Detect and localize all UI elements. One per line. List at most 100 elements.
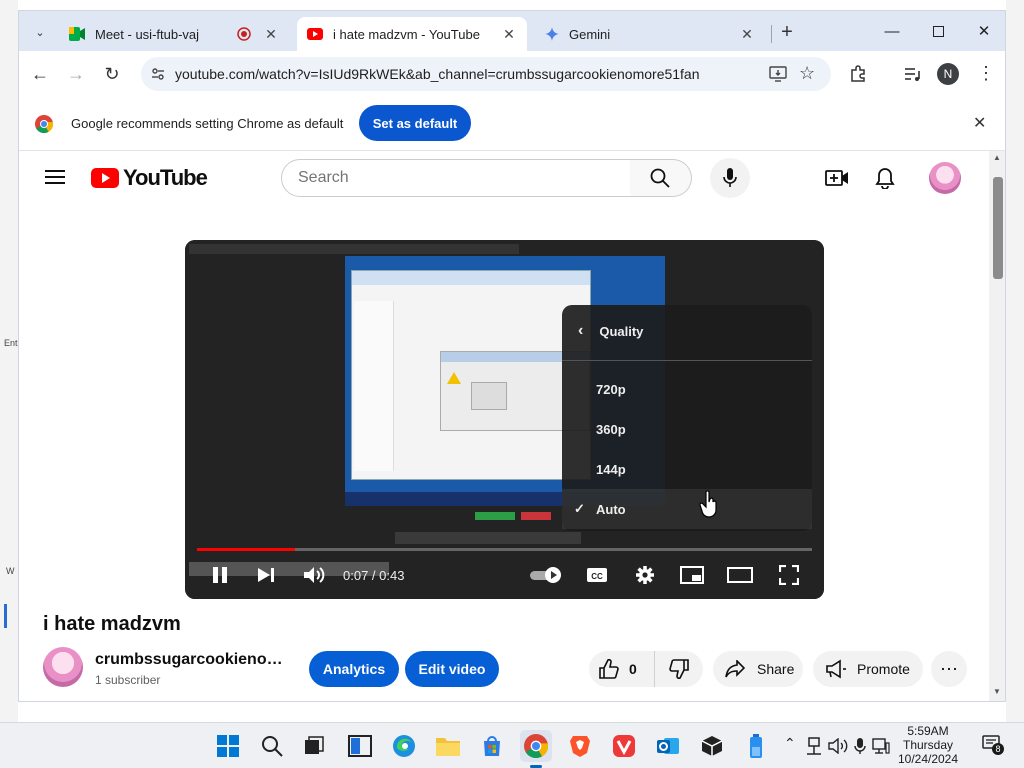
hamburger-menu-icon[interactable]: [45, 169, 65, 185]
back-button[interactable]: ←: [25, 59, 55, 89]
edit-video-button[interactable]: Edit video: [405, 651, 499, 687]
miniplayer-button[interactable]: [675, 560, 709, 590]
chrome-app[interactable]: [520, 730, 552, 762]
autoplay-toggle[interactable]: [527, 560, 567, 590]
pause-button[interactable]: [203, 560, 237, 590]
quality-option-144p[interactable]: 144p: [562, 449, 812, 489]
create-button[interactable]: [823, 164, 851, 192]
scroll-up-icon[interactable]: ▲: [993, 153, 1001, 162]
show-hidden-icons-icon[interactable]: ⌃: [784, 735, 796, 752]
tab-title: Meet - usi-ftub-vaj: [95, 26, 200, 42]
taskbar-clock[interactable]: 5:59AM Thursday 10/24/2024: [890, 724, 966, 766]
close-icon[interactable]: ✕: [739, 26, 755, 43]
quality-menu: ‹ Quality 720p 360p 144p ✓ Auto: [562, 305, 812, 531]
brave-app[interactable]: [564, 730, 596, 762]
taskbar-search-button[interactable]: [256, 730, 288, 762]
more-actions-button[interactable]: ⋯: [931, 651, 967, 687]
like-dislike-group: 0: [589, 651, 703, 687]
microphone-icon[interactable]: [854, 737, 866, 755]
scrollbar-thumb[interactable]: [993, 177, 1003, 279]
maximize-button[interactable]: [915, 11, 961, 51]
tab-meet[interactable]: Meet - usi-ftub-vaj ✕: [59, 17, 289, 51]
tab-gemini[interactable]: Gemini ✕: [535, 17, 765, 51]
analytics-button[interactable]: Analytics: [309, 651, 399, 687]
search-button[interactable]: [630, 159, 692, 197]
more-vertical-icon[interactable]: ⋮: [977, 63, 995, 84]
profile-avatar[interactable]: N: [937, 63, 959, 85]
vivaldi-icon: [613, 735, 635, 757]
google-meet-icon: [69, 27, 85, 41]
speaker-icon[interactable]: [828, 738, 848, 754]
media-control-icon[interactable]: [903, 65, 921, 83]
account-avatar[interactable]: [929, 162, 961, 194]
page-scrollbar[interactable]: ▲ ▼: [989, 151, 1005, 701]
channel-name[interactable]: crumbssugarcookienomore51fan: [95, 651, 285, 669]
quality-option-360p[interactable]: 360p: [562, 409, 812, 449]
url-text[interactable]: youtube.com/watch?v=IsIUd9RkWEk&ab_chann…: [175, 66, 700, 82]
task-view-button[interactable]: [298, 730, 330, 762]
new-tab-button[interactable]: +: [775, 20, 799, 44]
bookmark-star-icon[interactable]: ☆: [799, 63, 815, 84]
thumbs-down-icon: [669, 659, 689, 679]
minimize-button[interactable]: —: [869, 11, 915, 51]
tab-search-button[interactable]: ⌄: [27, 19, 53, 45]
extensions-icon[interactable]: [849, 65, 867, 83]
clock-date: 10/24/2024: [897, 752, 959, 766]
notifications-button[interactable]: [871, 164, 899, 192]
store-app[interactable]: [476, 730, 508, 762]
quality-menu-header[interactable]: ‹ Quality: [562, 311, 812, 351]
network-adapter-icon[interactable]: [806, 737, 822, 755]
captions-button[interactable]: CC: [580, 560, 614, 590]
like-button[interactable]: 0: [589, 651, 655, 687]
recording-icon: [237, 27, 251, 41]
forward-button[interactable]: →: [61, 59, 91, 89]
share-button[interactable]: Share: [713, 651, 803, 687]
youtube-logo-icon[interactable]: [91, 168, 119, 188]
close-icon[interactable]: ✕: [263, 26, 279, 43]
promote-button[interactable]: Promote: [813, 651, 923, 687]
volume-icon: [304, 567, 325, 583]
mute-button[interactable]: [297, 560, 331, 590]
notification-center-button[interactable]: 8: [982, 735, 1004, 755]
site-settings-icon[interactable]: [151, 67, 165, 81]
channel-avatar[interactable]: [43, 647, 83, 687]
video-frame-button: [521, 512, 551, 520]
close-icon[interactable]: ✕: [973, 113, 986, 133]
search-input[interactable]: Search: [281, 159, 631, 197]
notification-badge: 8: [992, 743, 1004, 755]
store-icon: [484, 736, 500, 756]
player-controls: 0:07 / 0:43 CC: [185, 554, 824, 599]
theater-mode-button[interactable]: [723, 560, 757, 590]
search-icon: [262, 736, 283, 757]
dislike-button[interactable]: [655, 651, 703, 687]
video-title: i hate madzvm: [43, 613, 181, 635]
search-placeholder: Search: [298, 169, 349, 186]
vivaldi-app[interactable]: [608, 730, 640, 762]
display-icon[interactable]: [872, 737, 890, 755]
file-explorer-app[interactable]: [432, 730, 464, 762]
scroll-down-icon[interactable]: ▼: [993, 687, 1001, 696]
search-icon: [650, 168, 670, 188]
close-icon[interactable]: ✕: [501, 26, 517, 43]
reload-button[interactable]: ↻: [97, 59, 127, 89]
next-button[interactable]: [249, 560, 283, 590]
tab-youtube[interactable]: i hate madzvm - YouTube ✕: [297, 17, 527, 51]
set-as-default-button[interactable]: Set as default: [359, 105, 471, 141]
widgets-button[interactable]: [344, 730, 376, 762]
battery-app[interactable]: [740, 730, 772, 762]
fullscreen-button[interactable]: [772, 560, 806, 590]
quality-option-auto[interactable]: ✓ Auto: [562, 489, 812, 529]
address-bar[interactable]: youtube.com/watch?v=IsIUd9RkWEk&ab_chann…: [141, 57, 831, 91]
quality-option-720p[interactable]: 720p: [562, 369, 812, 409]
voice-search-button[interactable]: [710, 158, 750, 198]
youtube-favicon-icon: [307, 28, 323, 40]
outlook-app[interactable]: [652, 730, 684, 762]
install-app-icon[interactable]: [769, 66, 787, 82]
youtube-logo-text[interactable]: YouTube: [123, 165, 208, 191]
settings-button[interactable]: [628, 560, 662, 590]
start-button[interactable]: [212, 730, 244, 762]
video-player[interactable]: ‹ Quality 720p 360p 144p ✓ Auto 0:07 / 0…: [185, 240, 824, 599]
package-app[interactable]: [696, 730, 728, 762]
close-window-button[interactable]: ✕: [961, 11, 1005, 51]
edge-app[interactable]: [388, 730, 420, 762]
